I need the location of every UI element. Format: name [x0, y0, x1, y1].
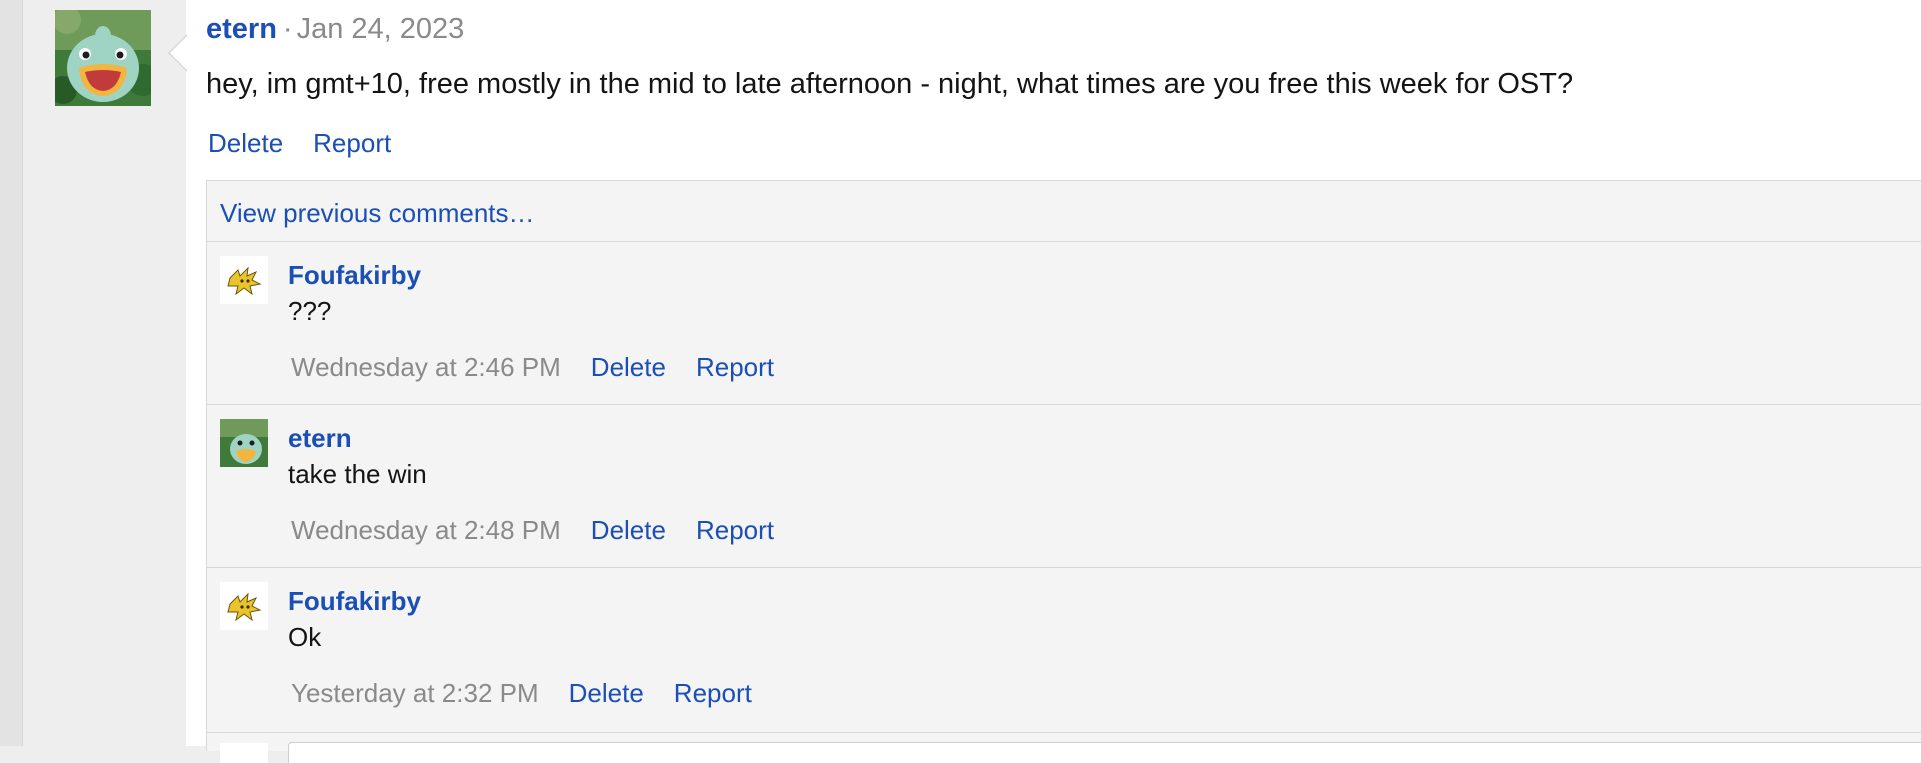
left-edge-strip — [0, 0, 23, 746]
comment-report-link[interactable]: Report — [674, 678, 752, 708]
comment-meta: Yesterday at 2:32 PM Delete Report — [291, 678, 782, 709]
comment-delete-link[interactable]: Delete — [591, 352, 666, 382]
comment-timestamp: Wednesday at 2:46 PM — [291, 352, 561, 382]
comment-text: ??? — [288, 296, 332, 326]
user-avatar-foufakirby[interactable] — [220, 582, 268, 630]
header-separator: · — [282, 13, 293, 45]
comment-meta: Wednesday at 2:46 PM Delete Report — [291, 352, 804, 383]
comment-author-link[interactable]: Foufakirby — [288, 260, 421, 291]
comment-author-link[interactable]: Foufakirby — [288, 586, 421, 617]
user-avatar-foufakirby[interactable] — [220, 256, 268, 304]
comment-delete-link[interactable]: Delete — [591, 515, 666, 545]
post-header: etern · Jan 24, 2023 — [206, 13, 464, 46]
post-delete-link[interactable]: Delete — [208, 128, 283, 158]
avatar-column — [23, 0, 186, 746]
reply-avatar — [220, 743, 268, 763]
comment-item: Foufakirby Ok Yesterday at 2:32 PM Delete… — [207, 567, 1921, 730]
comments-container: View previous comments… Foufakirby ??? W… — [206, 180, 1921, 763]
reply-row — [207, 732, 1921, 763]
reply-input[interactable] — [288, 742, 1921, 763]
comment-meta: Wednesday at 2:48 PM Delete Report — [291, 515, 804, 546]
comment-timestamp: Yesterday at 2:32 PM — [291, 678, 539, 708]
post-date[interactable]: Jan 24, 2023 — [297, 13, 465, 45]
post-report-link[interactable]: Report — [313, 128, 391, 158]
view-previous-comments-link[interactable]: View previous comments… — [220, 198, 535, 229]
comment-text: Ok — [288, 622, 322, 652]
user-avatar-etern[interactable] — [220, 419, 268, 467]
post-pointer — [170, 36, 187, 70]
comment-item: Foufakirby ??? Wednesday at 2:46 PM Delet… — [207, 241, 1921, 404]
comment-item: etern take the win Wednesday at 2:48 PM D… — [207, 404, 1921, 567]
comment-timestamp: Wednesday at 2:48 PM — [291, 515, 561, 545]
post-author-link[interactable]: etern — [206, 13, 277, 45]
comment-delete-link[interactable]: Delete — [569, 678, 644, 708]
user-avatar-etern[interactable] — [55, 10, 151, 106]
comment-text: take the win — [288, 459, 427, 489]
comment-author-link[interactable]: etern — [288, 423, 352, 454]
comment-report-link[interactable]: Report — [696, 352, 774, 382]
comment-report-link[interactable]: Report — [696, 515, 774, 545]
post-body-text: hey, im gmt+10, free mostly in the mid t… — [206, 68, 1574, 100]
post-actions: Delete Report — [208, 128, 421, 159]
